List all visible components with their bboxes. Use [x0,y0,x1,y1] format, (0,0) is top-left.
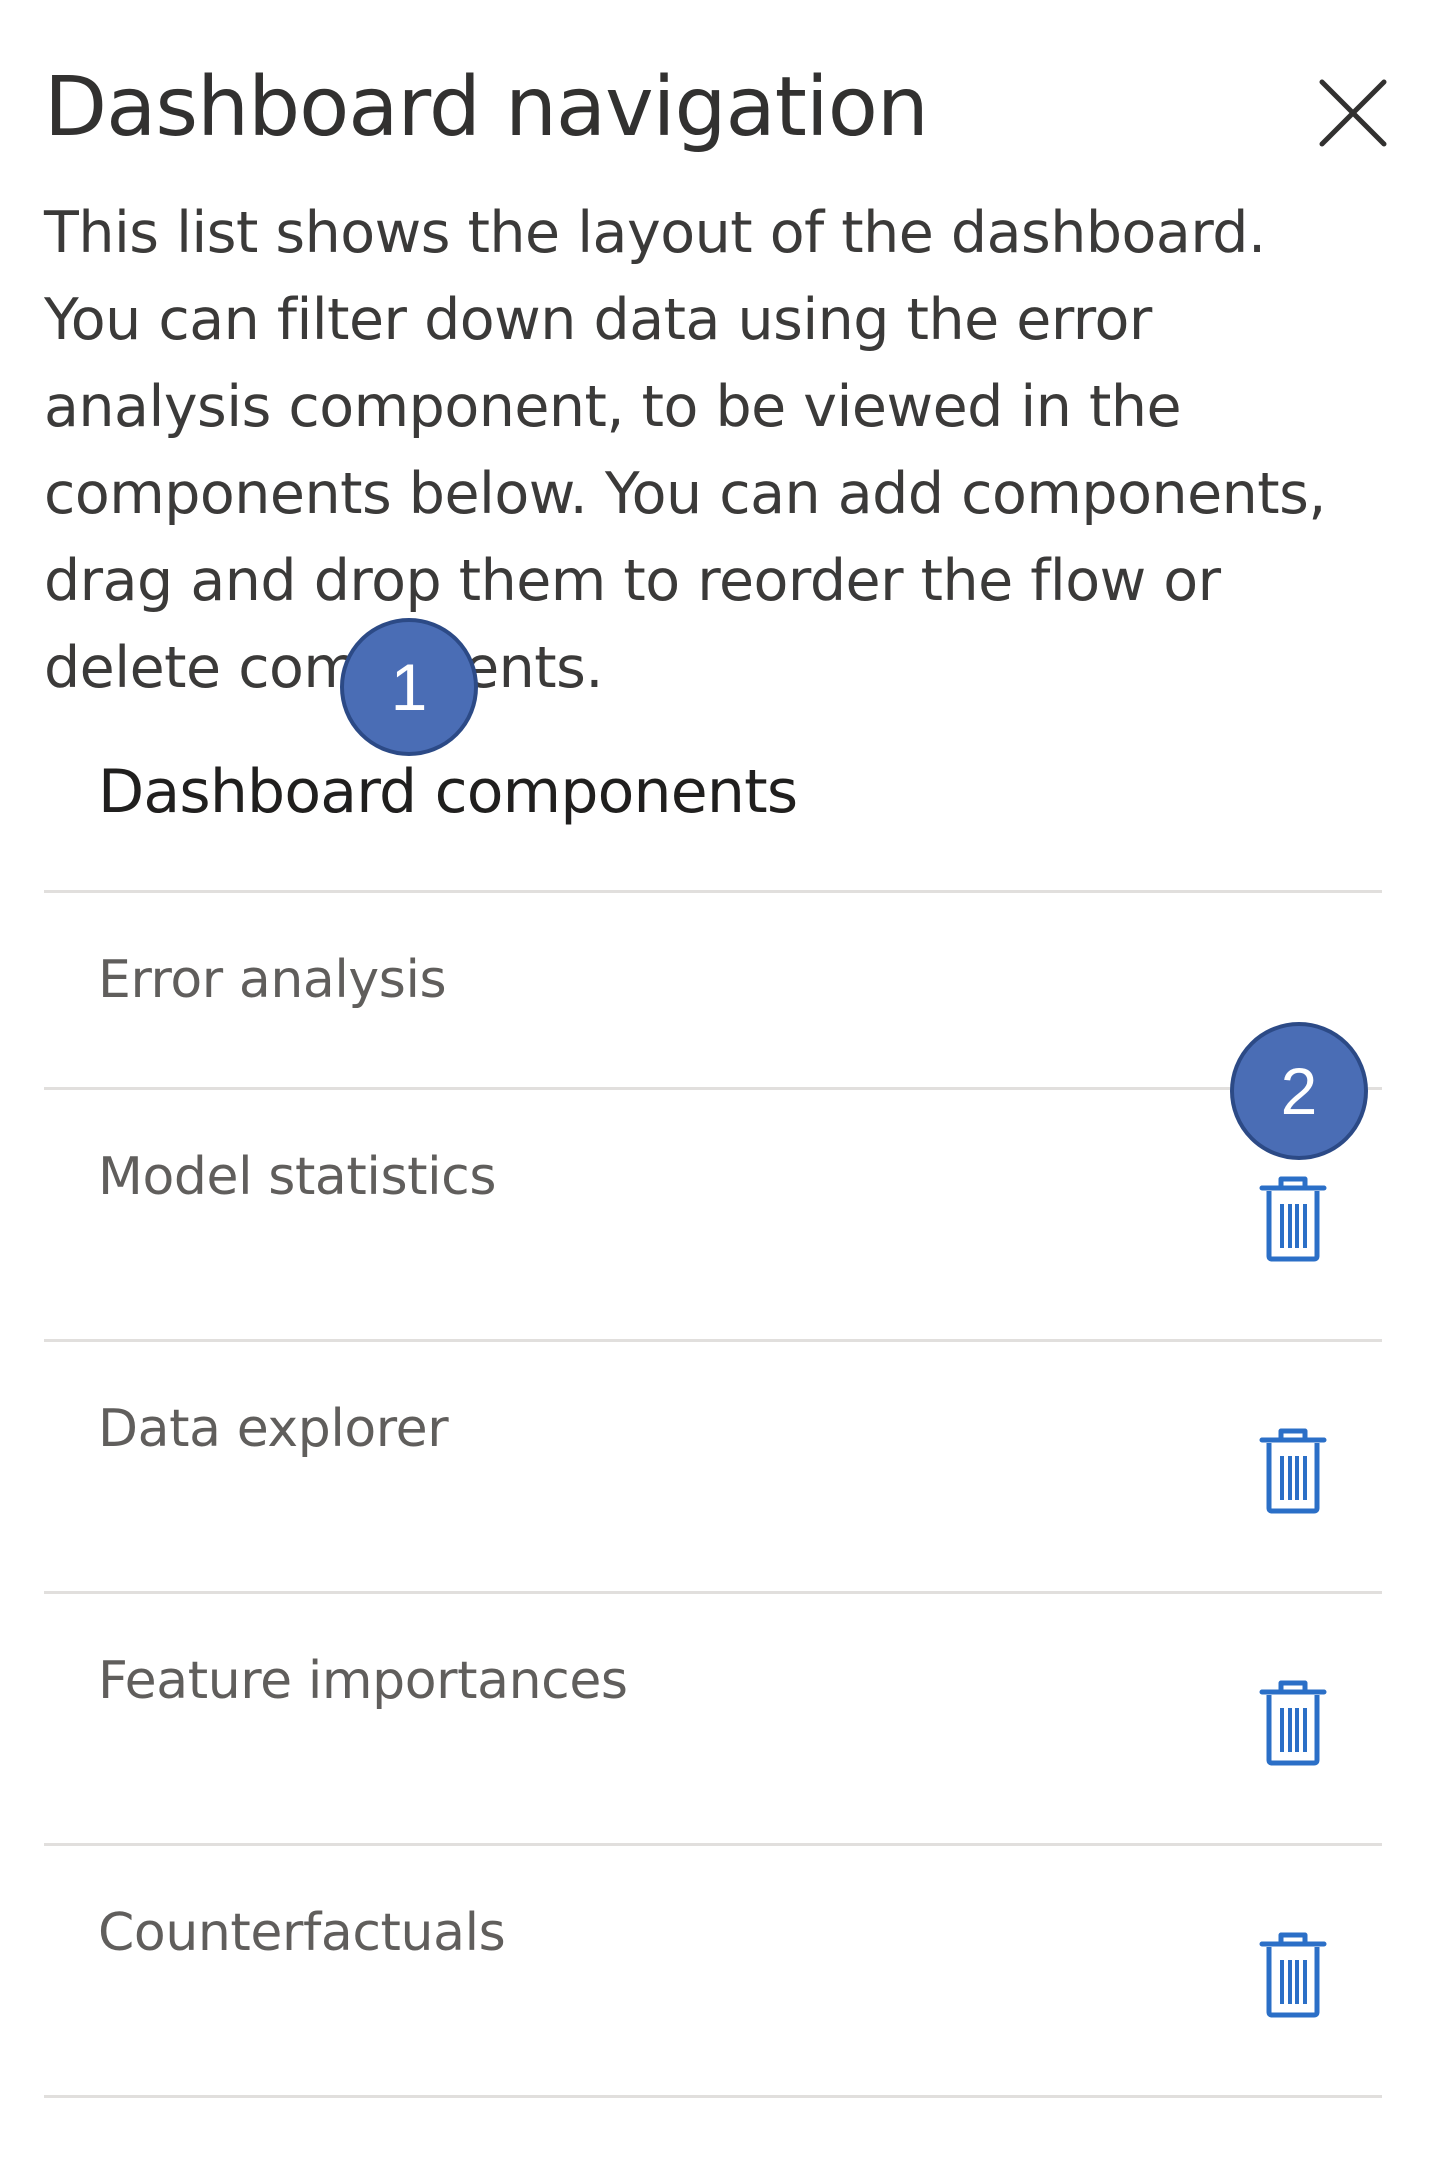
callout-marker-1: 1 [340,618,478,756]
list-divider [44,2095,1382,2098]
delete-feature-importances-button[interactable] [1254,1678,1332,1768]
delete-counterfactuals-button[interactable] [1254,1930,1332,2020]
dashboard-navigation-panel: Dashboard navigation This list shows the… [0,0,1448,2181]
trash-icon [1254,1678,1332,1768]
dashboard-components-list: Error analysis Model statistics Data exp… [44,890,1382,2098]
trash-icon [1254,1426,1332,1516]
component-label: Model statistics [98,1147,497,1207]
component-item-model-statistics[interactable]: Model statistics [44,1090,1382,1339]
close-button[interactable] [1316,76,1390,150]
delete-model-statistics-button[interactable] [1254,1174,1332,1264]
component-label: Error analysis [98,950,447,1010]
component-item-error-analysis[interactable]: Error analysis [44,893,1382,1087]
panel-title: Dashboard navigation [44,60,929,155]
close-icon [1316,76,1390,150]
callout-marker-2: 2 [1230,1022,1368,1160]
component-item-feature-importances[interactable]: Feature importances [44,1594,1382,1843]
component-item-data-explorer[interactable]: Data explorer [44,1342,1382,1591]
trash-icon [1254,1174,1332,1264]
panel-description: This list shows the layout of the dashbo… [44,200,1326,701]
delete-data-explorer-button[interactable] [1254,1426,1332,1516]
component-label: Feature importances [98,1651,628,1711]
component-item-counterfactuals[interactable]: Counterfactuals [44,1846,1382,2095]
trash-icon [1254,1930,1332,2020]
component-label: Counterfactuals [98,1903,506,1963]
component-label: Data explorer [98,1399,449,1459]
dashboard-components-heading: Dashboard components [98,757,798,827]
